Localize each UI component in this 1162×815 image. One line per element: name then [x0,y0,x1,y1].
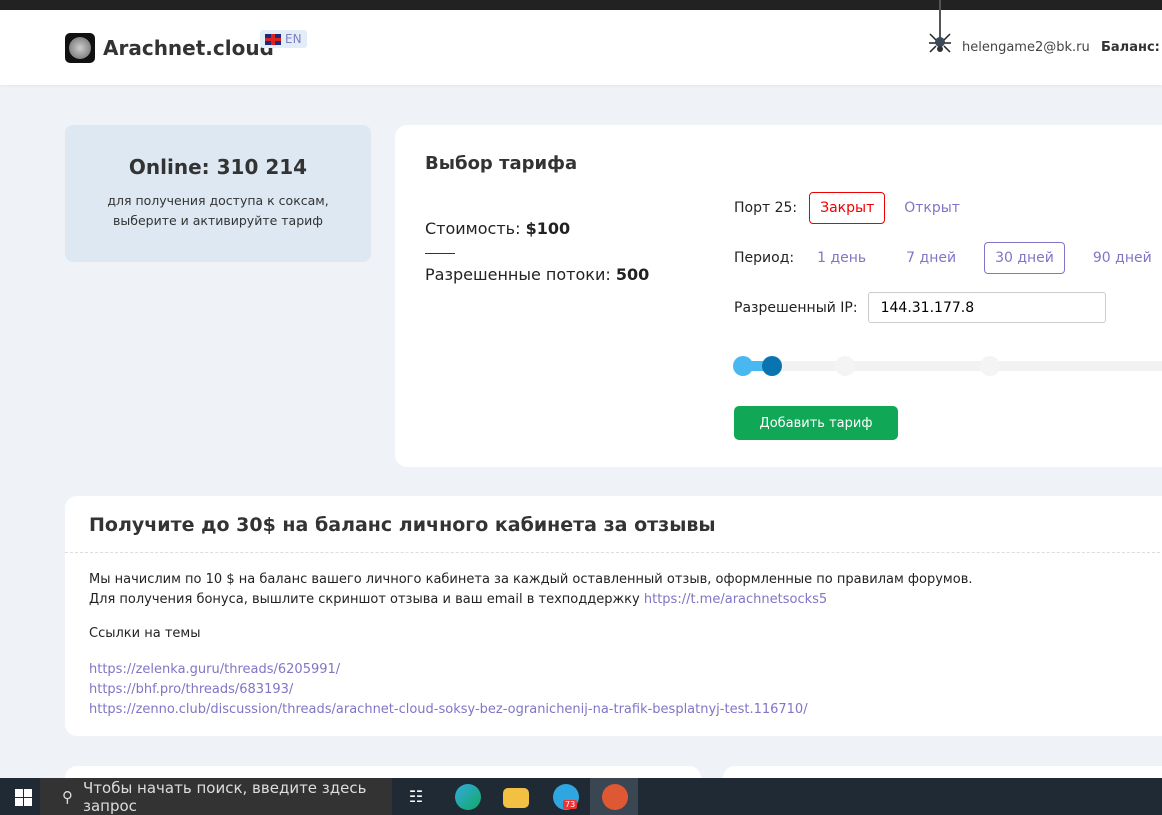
port-label: Порт 25: [734,200,798,216]
cost: Стоимость: $100 [425,219,570,238]
add-tariff-button[interactable]: Добавить тариф [734,406,898,440]
cost-label: Стоимость: [425,219,521,238]
threads-value: 500 [615,265,650,284]
slider-step[interactable] [835,356,855,376]
online-panel: Online: 310 214 для получения доступа к … [65,125,371,262]
balance: Баланс: $ [1101,40,1162,55]
port-row: Порт 25: Закрыт Открыт [734,192,971,224]
tariff-title: Выбор тарифа [425,153,578,174]
support-link[interactable]: https://t.me/arachnetsocks5 [644,592,827,607]
bonus-title: Получите до 30$ на баланс личного кабине… [89,514,716,536]
duckduckgo-icon [602,784,628,810]
period-7-days[interactable]: 7 дней [895,242,967,274]
ip-label: Разрешенный IP: [734,299,858,316]
language-switch[interactable]: EN [260,30,307,48]
divider [425,253,455,254]
forum-link[interactable]: https://bhf.pro/threads/683193/ [89,682,293,697]
links-title: Ссылки на темы [89,626,201,641]
online-hint: для получения доступа к соксам, выберите… [107,193,329,228]
search-placeholder: Чтобы начать поиск, введите здесь запрос [83,778,367,815]
logo-icon[interactable] [65,33,95,63]
telegram-icon[interactable]: 73 [553,784,579,810]
period-90-days[interactable]: 90 дней [1082,242,1162,274]
user-email[interactable]: helengame2@bk.ru [962,40,1090,55]
threads-label: Разрешенные потоки: [425,265,611,284]
port-closed-option[interactable]: Закрыт [809,192,886,224]
threads: Разрешенные потоки: 500 [425,265,649,284]
bonus-text: Мы начислим по 10 $ на баланс вашего лич… [89,570,973,720]
file-explorer-icon[interactable] [503,788,529,808]
divider [65,552,1162,553]
browser-top-bar [0,0,1162,10]
bonus-card: Получите до 30$ на баланс личного кабине… [65,496,1162,736]
taskbar-active-app[interactable] [590,778,638,815]
port-open-option[interactable]: Открыт [893,192,971,224]
search-icon: ⚲ [62,787,73,806]
threads-slider[interactable] [733,356,1162,376]
uk-flag-icon [265,33,281,45]
bonus-line-1: Мы начислим по 10 $ на баланс вашего лич… [89,572,973,587]
period-row: Период: 1 день 7 дней 30 дней 90 дней [734,242,1162,274]
period-30-days[interactable]: 30 дней [984,242,1065,274]
cost-value: $100 [525,219,571,238]
forum-link[interactable]: https://zelenka.guru/threads/6205991/ [89,662,340,677]
slider-handle[interactable] [762,356,782,376]
period-label: Период: [734,250,795,266]
bonus-line-2: Для получения бонуса, вышлите скриншот о… [89,592,640,607]
task-view-icon[interactable]: ☷ [403,784,429,810]
slider-step[interactable] [733,356,753,376]
slider-step[interactable] [980,356,1000,376]
ip-input[interactable] [867,292,1106,323]
spider-icon [929,0,951,53]
ip-row: Разрешенный IP: [734,292,1106,323]
header: Arachnet.cloud EN helengame2@bk.ru Балан… [0,0,1162,85]
period-1-day[interactable]: 1 день [806,242,877,274]
online-count: Online: 310 214 [128,155,308,179]
language-label: EN [285,32,302,46]
taskbar-search[interactable]: ⚲ Чтобы начать поиск, введите здесь запро… [40,778,392,815]
windows-start-icon[interactable] [15,789,32,806]
tariff-card: Выбор тарифа Стоимость: $100 Разрешенные… [395,125,1162,467]
edge-icon[interactable] [455,784,481,810]
telegram-badge: 73 [563,800,578,809]
brand-name[interactable]: Arachnet.cloud [103,36,274,60]
forum-link[interactable]: https://zenno.club/discussion/threads/ar… [89,702,808,717]
taskbar: ⚲ Чтобы начать поиск, введите здесь запро… [0,778,1162,815]
